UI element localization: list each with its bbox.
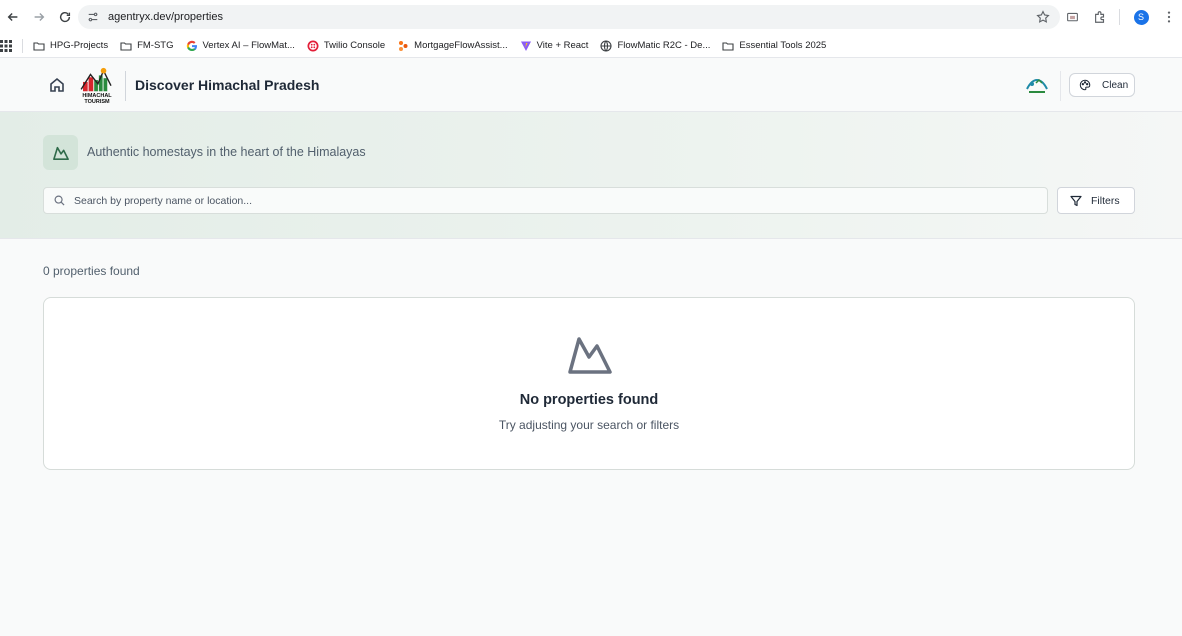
profile-initial: S <box>1133 9 1149 25</box>
palette-icon <box>1079 79 1091 91</box>
empty-state-card: No properties found Try adjusting your s… <box>43 297 1135 470</box>
globe-icon <box>600 39 613 52</box>
search-icon <box>54 195 65 206</box>
folder-icon <box>120 40 132 52</box>
browser-toolbar: agentryx.dev/properties S <box>0 0 1182 34</box>
search-input[interactable] <box>74 194 974 207</box>
home-icon[interactable] <box>48 76 66 94</box>
empty-state-subtitle: Try adjusting your search or filters <box>498 418 680 432</box>
header-divider <box>125 71 126 101</box>
bookmark-label: Vite + React <box>536 40 589 51</box>
back-icon[interactable] <box>0 4 26 30</box>
bookmark-label: Essential Tools 2025 <box>739 40 827 51</box>
bookmark-item[interactable]: MortgageFlowAssist... <box>391 40 513 52</box>
filters-button[interactable]: Filters <box>1057 187 1135 214</box>
search-box[interactable] <box>43 187 1048 214</box>
bookmark-label: Vertex AI – FlowMat... <box>202 40 295 51</box>
hero-tagline: Authentic homestays in the heart of the … <box>87 145 366 159</box>
bookmark-label: HPG-Projects <box>50 40 109 51</box>
theme-button-label: Clean <box>1102 79 1129 91</box>
filter-icon <box>1070 195 1082 206</box>
folder-icon <box>722 40 734 52</box>
header-right-divider <box>1060 71 1061 101</box>
bookmark-label: MortgageFlowAssist... <box>414 40 508 51</box>
address-bar[interactable]: agentryx.dev/properties <box>78 5 1060 29</box>
mascot-logo-icon <box>1026 78 1048 93</box>
bookmark-item[interactable]: Vite + React <box>514 40 595 52</box>
bookmark-item[interactable]: HPG-Projects <box>27 40 114 52</box>
site-settings-icon[interactable] <box>86 10 100 24</box>
extensions-icon[interactable] <box>1087 4 1113 30</box>
bookmark-item[interactable]: FlowMatic R2C - De... <box>594 39 716 52</box>
filters-label: Filters <box>1091 194 1120 207</box>
himachal-tourism-logo[interactable]: HIMACHAL TOURISM <box>78 67 116 105</box>
bookmark-label: Twilio Console <box>323 40 386 51</box>
logo-line-2: TOURISM <box>84 99 110 105</box>
bookmark-item[interactable]: Essential Tools 2025 <box>716 40 832 52</box>
vite-icon <box>520 40 532 52</box>
page-title: Discover Himachal Pradesh <box>135 77 320 93</box>
bookmarks-separator <box>22 38 23 53</box>
folder-icon <box>33 40 45 52</box>
bookmarks-bar: HPG-Projects FM-STG Vertex AI – FlowMat...… <box>0 34 1182 58</box>
hero-section: Authentic homestays in the heart of the … <box>0 112 1182 239</box>
forward-icon[interactable] <box>26 4 52 30</box>
profile-avatar[interactable]: S <box>1128 4 1154 30</box>
apps-grid-icon[interactable] <box>0 39 12 52</box>
bookmark-item[interactable]: FM-STG <box>114 40 179 52</box>
google-icon <box>186 40 198 52</box>
app-header: HIMACHAL TOURISM Discover Himachal Prade… <box>0 59 1182 112</box>
twilio-icon <box>307 40 319 52</box>
reload-icon[interactable] <box>52 4 78 30</box>
results-count: 0 properties found <box>43 264 140 278</box>
bookmark-star-icon[interactable] <box>1036 10 1050 24</box>
app-icon <box>397 40 409 52</box>
logo-text: HIMACHAL TOURISM <box>78 93 116 105</box>
theme-toggle-button[interactable]: Clean <box>1069 73 1135 97</box>
bookmark-item[interactable]: Twilio Console <box>301 40 391 52</box>
empty-mountain-icon <box>568 337 612 374</box>
bookmark-label: FM-STG <box>137 40 174 51</box>
empty-state-title: No properties found <box>519 392 659 408</box>
cast-icon[interactable] <box>1059 4 1085 30</box>
browser-menu-icon[interactable] <box>1156 4 1182 30</box>
url-text[interactable]: agentryx.dev/properties <box>108 11 223 23</box>
bookmark-label: FlowMatic R2C - De... <box>617 40 711 51</box>
mountain-icon <box>43 135 78 170</box>
bookmark-item[interactable]: Vertex AI – FlowMat... <box>180 40 301 52</box>
